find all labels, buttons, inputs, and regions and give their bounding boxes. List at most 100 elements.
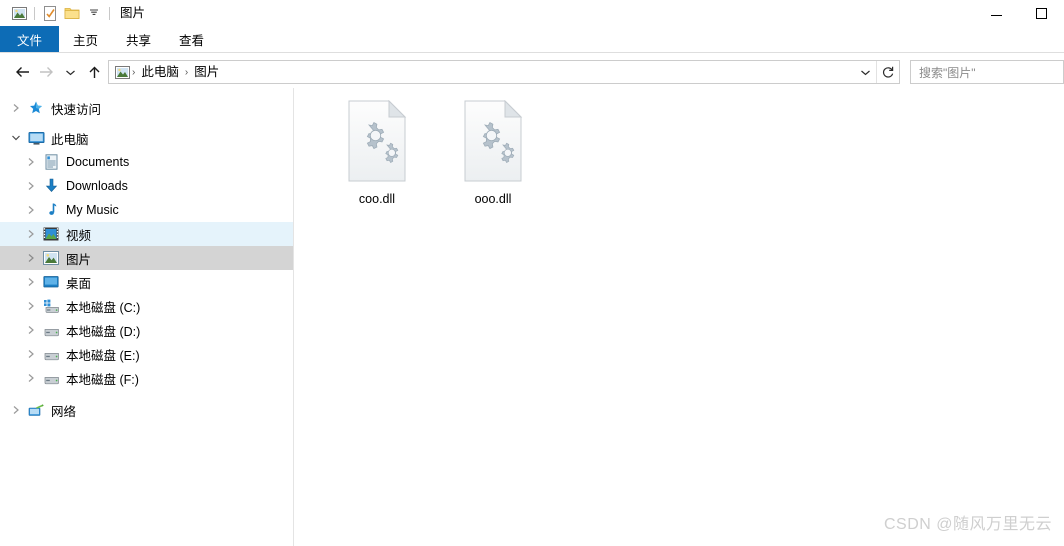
expand-chevron-icon[interactable]: [21, 198, 41, 222]
tab-view[interactable]: 查看: [165, 26, 218, 52]
collapse-chevron-icon[interactable]: [6, 126, 26, 150]
breadcrumb-pictures[interactable]: 图片: [190, 61, 223, 83]
tab-home-label: 主页: [73, 33, 99, 48]
expand-chevron-icon[interactable]: [6, 398, 26, 422]
recent-locations-chevron-icon: [65, 70, 75, 75]
expand-chevron-icon[interactable]: [21, 342, 41, 366]
address-bar-row: › 此电脑 › 图片 搜索"图片": [0, 57, 1064, 87]
minimize-button[interactable]: [974, 0, 1019, 26]
sidebar-label-videos: 视频: [66, 228, 92, 243]
forward-button[interactable]: [34, 60, 58, 84]
expand-chevron-icon[interactable]: [21, 294, 41, 318]
sidebar-label-this-pc: 此电脑: [51, 132, 89, 147]
tab-home[interactable]: 主页: [59, 26, 112, 52]
picture-icon[interactable]: [8, 3, 30, 23]
expand-chevron-icon[interactable]: [21, 174, 41, 198]
maximize-button[interactable]: [1019, 0, 1064, 26]
star-icon: [26, 98, 46, 118]
window-title: 图片: [120, 6, 146, 20]
sidebar-label-drive-e: 本地磁盘 (E:): [66, 348, 140, 363]
ribbon-separator: [0, 52, 1064, 53]
up-button[interactable]: [82, 60, 106, 84]
drive-icon: [41, 368, 61, 388]
dll-gear-file-icon: [345, 99, 409, 182]
tab-share-label: 共享: [126, 33, 152, 48]
refresh-button[interactable]: [877, 61, 899, 83]
address-bar[interactable]: › 此电脑 › 图片: [108, 60, 900, 84]
computer-icon: [26, 128, 46, 148]
breadcrumb-separator-1[interactable]: ›: [130, 67, 137, 78]
toolbar-separator-1: [34, 6, 35, 20]
sidebar-label-drive-d: 本地磁盘 (D:): [66, 324, 141, 339]
drive-icon: [41, 320, 61, 340]
breadcrumb-this-pc[interactable]: 此电脑: [137, 61, 183, 83]
sidebar-item-downloads[interactable]: Downloads: [0, 174, 293, 198]
system-drive-icon: [41, 296, 61, 316]
back-arrow-icon: [15, 67, 29, 77]
ribbon-tab-bar: 文件 主页 共享 查看: [0, 26, 1064, 53]
documents-icon: [41, 152, 61, 172]
forward-arrow-icon: [39, 67, 53, 77]
refresh-icon: [882, 66, 894, 78]
music-icon: [41, 200, 61, 220]
network-icon: [26, 400, 46, 420]
search-box[interactable]: 搜索"图片": [910, 60, 1064, 84]
sidebar-item-this-pc[interactable]: 此电脑: [0, 126, 293, 150]
search-input[interactable]: 搜索"图片": [911, 64, 976, 81]
folder-icon[interactable]: [61, 3, 83, 23]
expand-chevron-icon[interactable]: [21, 246, 41, 270]
expand-chevron-icon[interactable]: [21, 366, 41, 390]
sidebar-label-desktop: 桌面: [66, 276, 92, 291]
address-bar-actions: [854, 61, 899, 83]
sidebar-item-my-music[interactable]: My Music: [0, 198, 293, 222]
tab-share[interactable]: 共享: [112, 26, 165, 52]
window-controls: [974, 0, 1064, 26]
sidebar-item-documents[interactable]: Documents: [0, 150, 293, 174]
expand-chevron-icon[interactable]: [21, 270, 41, 294]
properties-check-icon[interactable]: [39, 3, 61, 23]
tab-file[interactable]: 文件: [0, 26, 60, 52]
file-list-view[interactable]: coo.dll ooo.dll: [295, 88, 1064, 546]
back-button[interactable]: [10, 60, 34, 84]
sidebar-item-network[interactable]: 网络: [0, 398, 293, 422]
sidebar-item-quick-access[interactable]: 快速访问: [0, 96, 293, 120]
recent-locations-button[interactable]: [58, 60, 82, 84]
address-dropdown-icon: [860, 70, 870, 75]
minimize-icon: [991, 14, 1002, 16]
toolbar-separator-2: [109, 6, 110, 20]
sidebar-item-drive-d[interactable]: 本地磁盘 (D:): [0, 318, 293, 342]
downloads-icon: [41, 176, 61, 196]
sidebar-item-desktop[interactable]: 桌面: [0, 270, 293, 294]
drive-icon: [41, 344, 61, 364]
dropdown-chevron-icon[interactable]: [83, 3, 105, 23]
videos-icon: [41, 224, 61, 244]
expand-chevron-icon[interactable]: [21, 318, 41, 342]
file-name-label: ooo.dll: [474, 192, 512, 206]
sidebar-item-videos[interactable]: 视频: [0, 222, 293, 246]
sidebar-item-drive-e[interactable]: 本地磁盘 (E:): [0, 342, 293, 366]
file-item[interactable]: coo.dll: [319, 96, 435, 222]
sidebar-item-pictures[interactable]: 图片: [0, 246, 293, 270]
breadcrumb-separator-2[interactable]: ›: [183, 67, 190, 78]
sidebar-label-pictures: 图片: [66, 252, 92, 267]
address-dropdown-button[interactable]: [854, 61, 876, 83]
file-name-label: coo.dll: [358, 192, 396, 206]
file-item[interactable]: ooo.dll: [435, 96, 551, 222]
tab-view-label: 查看: [179, 33, 205, 48]
sidebar-item-drive-c[interactable]: 本地磁盘 (C:): [0, 294, 293, 318]
file-explorer-window: 图片 文件 主页 共享 查看 › 此电脑 › 图片 搜索"图片" 快速访问 此电…: [0, 0, 1064, 546]
sidebar-label-my-music: My Music: [66, 203, 119, 217]
tab-file-label: 文件: [17, 33, 43, 48]
maximize-icon: [1036, 7, 1047, 19]
explorer-content: 快速访问 此电脑 Documents Downloads My Music 视频…: [0, 88, 1064, 546]
picture-folder-icon: [115, 65, 130, 79]
sidebar-label-drive-c: 本地磁盘 (C:): [66, 300, 141, 315]
expand-chevron-icon[interactable]: [6, 96, 26, 120]
title-bar: 图片: [0, 0, 1064, 26]
expand-chevron-icon[interactable]: [21, 222, 41, 246]
sidebar-label-downloads: Downloads: [66, 179, 128, 193]
sidebar-item-drive-f[interactable]: 本地磁盘 (F:): [0, 366, 293, 390]
expand-chevron-icon[interactable]: [21, 150, 41, 174]
sidebar-label-network: 网络: [51, 404, 77, 419]
watermark-text: CSDN @随风万里无云: [883, 516, 1052, 533]
